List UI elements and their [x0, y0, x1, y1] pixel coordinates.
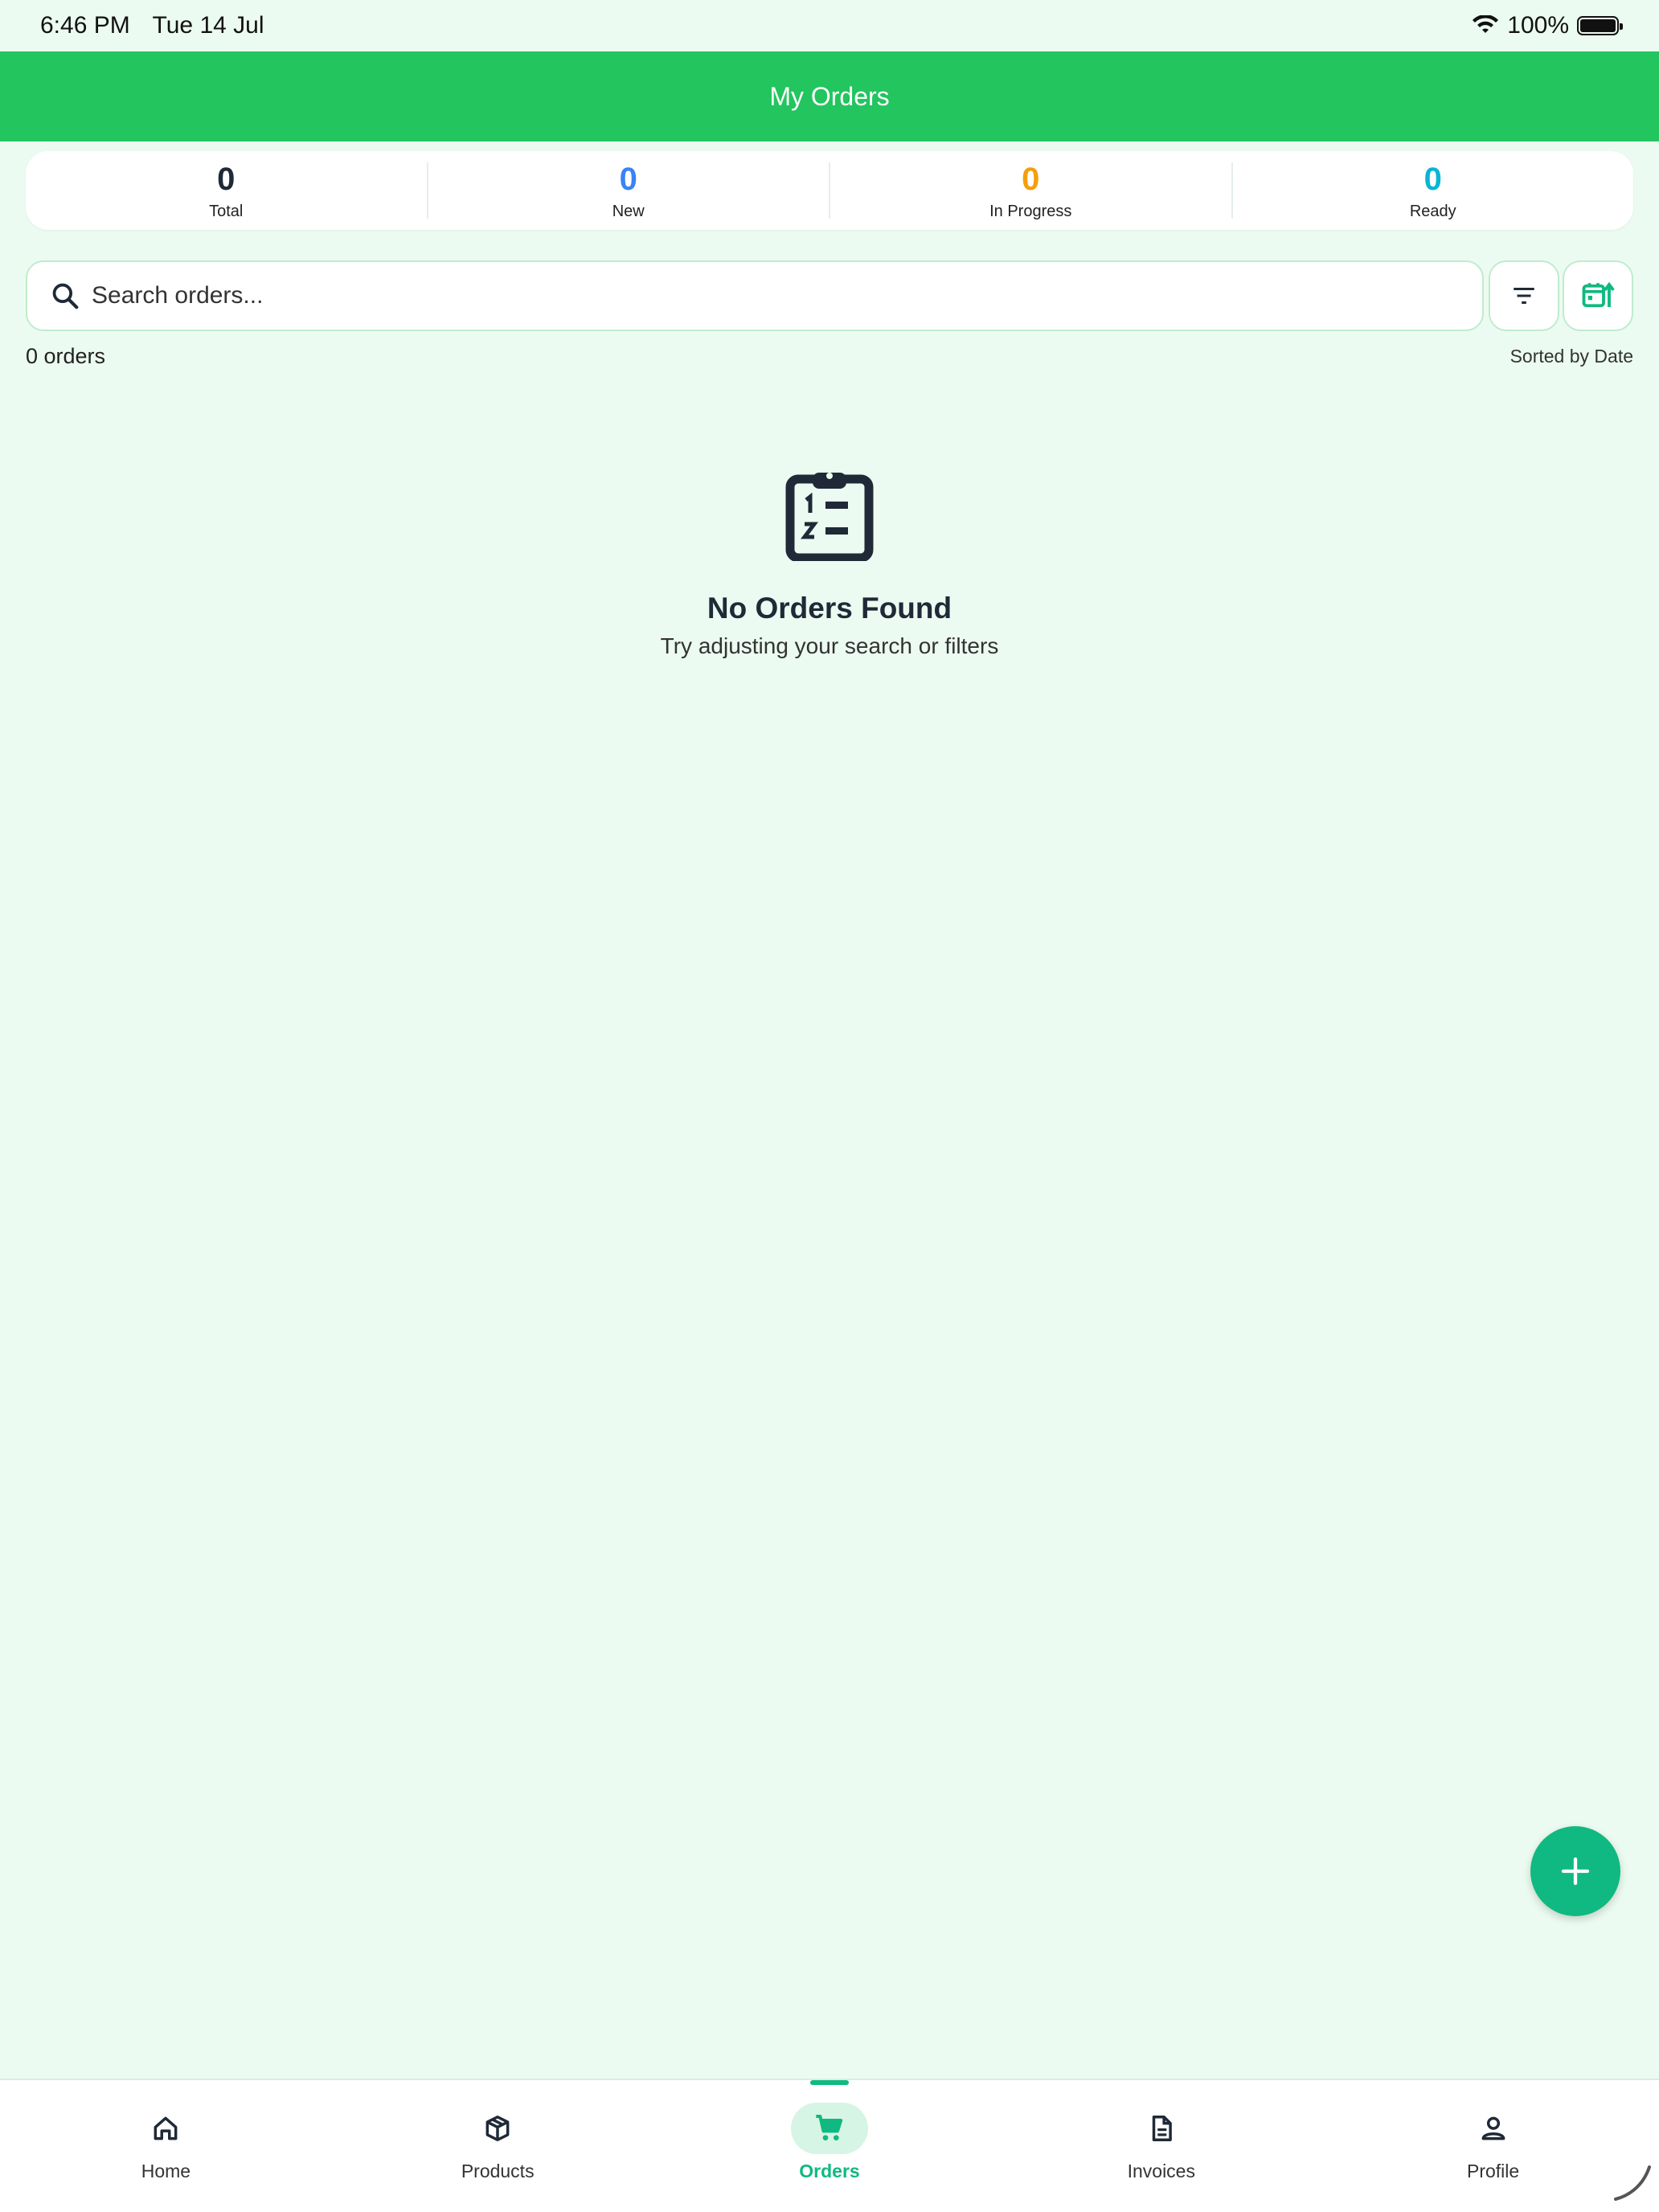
battery-percentage: 100%	[1507, 12, 1569, 39]
page-title: My Orders	[769, 81, 890, 111]
sort-by-date-button[interactable]	[1563, 260, 1633, 331]
nav-item-home[interactable]: Home	[0, 2080, 332, 2212]
nav-label-orders: Orders	[799, 2161, 860, 2181]
nav-label-products: Products	[461, 2161, 535, 2181]
box-icon	[485, 2116, 510, 2141]
empty-state-title: No Orders Found	[707, 592, 952, 625]
nav-item-profile[interactable]: Profile	[1327, 2080, 1659, 2212]
stat-in-progress-label: In Progress	[989, 202, 1072, 220]
stat-in-progress[interactable]: 0 In Progress	[830, 161, 1233, 220]
nav-item-invoices[interactable]: Invoices	[995, 2080, 1327, 2212]
wifi-icon	[1473, 15, 1499, 33]
sort-indicator: Sorted by Date	[1509, 346, 1633, 367]
stat-new-value: 0	[619, 161, 637, 197]
stat-ready-value: 0	[1423, 161, 1442, 197]
list-info-row: 0 orders Sorted by Date	[26, 344, 1633, 369]
search-input[interactable]	[92, 282, 1378, 309]
empty-state: No Orders Found Try adjusting your searc…	[0, 466, 1659, 659]
search-icon	[52, 283, 79, 309]
status-bar: 6:46 PM Tue 14 Jul 100%	[0, 0, 1659, 51]
nav-label-invoices: Invoices	[1127, 2161, 1195, 2181]
battery-icon	[1577, 16, 1623, 35]
home-icon	[154, 2116, 178, 2140]
calendar-sort-icon	[1582, 281, 1615, 308]
nav-label-profile: Profile	[1466, 2161, 1520, 2181]
stat-total-label: Total	[209, 202, 244, 220]
empty-state-subtitle: Try adjusting your search or filters	[660, 633, 999, 658]
stat-new-label: New	[612, 202, 645, 220]
filter-icon	[1514, 287, 1534, 305]
stat-ready[interactable]: 0 Ready	[1233, 161, 1634, 220]
stat-ready-label: Ready	[1409, 202, 1456, 220]
nav-label-home: Home	[141, 2161, 191, 2181]
cart-icon	[816, 2115, 843, 2140]
clipboard-list-icon	[785, 473, 874, 561]
user-icon	[1481, 2116, 1505, 2140]
add-order-button[interactable]	[1530, 1826, 1620, 1916]
orders-count: 0 orders	[26, 344, 106, 368]
app-header: My Orders	[0, 51, 1659, 141]
filter-button[interactable]	[1489, 260, 1559, 331]
document-icon	[1152, 2116, 1172, 2141]
stat-in-progress-value: 0	[1022, 161, 1040, 197]
status-time: 6:46 PM	[40, 12, 130, 39]
order-stats-card: 0 Total 0 New 0 In Progress 0 Ready	[26, 151, 1633, 230]
nav-item-products[interactable]: Products	[332, 2080, 664, 2212]
bottom-navigation: Home Products Orders Invoices Profile	[0, 2079, 1659, 2212]
status-time-date: 6:46 PM Tue 14 Jul	[40, 12, 281, 39]
stat-total[interactable]: 0 Total	[26, 161, 428, 220]
stat-total-value: 0	[217, 161, 236, 197]
plus-icon	[1561, 1857, 1590, 1886]
status-indicators: 100%	[1472, 12, 1623, 39]
status-date: Tue 14 Jul	[152, 12, 264, 39]
resize-corner-icon	[1614, 2165, 1651, 2201]
search-bar	[26, 260, 1484, 331]
stat-new[interactable]: 0 New	[428, 161, 830, 220]
nav-item-orders[interactable]: Orders	[664, 2080, 996, 2212]
